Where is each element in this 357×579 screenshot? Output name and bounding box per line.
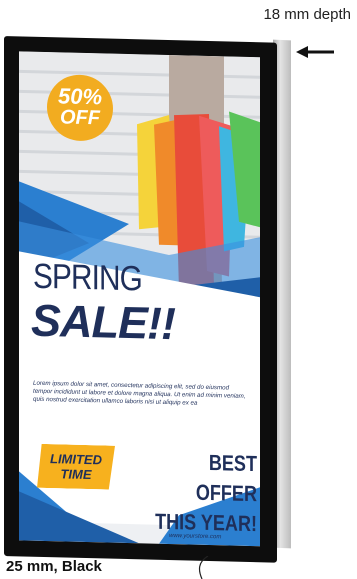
frame-size-label: 25 mm, Black <box>6 558 102 575</box>
headline-sale: SALE!! <box>31 294 175 350</box>
poster-url: www.yourstore.com <box>169 533 222 541</box>
offer-line-1: BEST OFFER <box>195 450 257 507</box>
limited-tag-line-2: TIME <box>60 466 92 483</box>
arrow-left-icon <box>296 46 334 58</box>
poster: 50% OFF SPRING SALE!! Lorem ipsum dolor … <box>19 51 260 547</box>
depth-label: 18 mm depth <box>263 6 351 23</box>
limited-time-tag: LIMITED TIME <box>37 444 115 490</box>
badge-percent: 50% <box>57 83 103 110</box>
leader-line <box>198 556 209 579</box>
headline-spring: SPRING <box>33 256 142 299</box>
badge-off: OFF <box>60 106 100 130</box>
discount-badge: 50% OFF <box>47 74 113 142</box>
poster-frame: 50% OFF SPRING SALE!! Lorem ipsum dolor … <box>4 36 277 563</box>
best-offer-text: BEST OFFER THIS YEAR! <box>152 447 257 540</box>
